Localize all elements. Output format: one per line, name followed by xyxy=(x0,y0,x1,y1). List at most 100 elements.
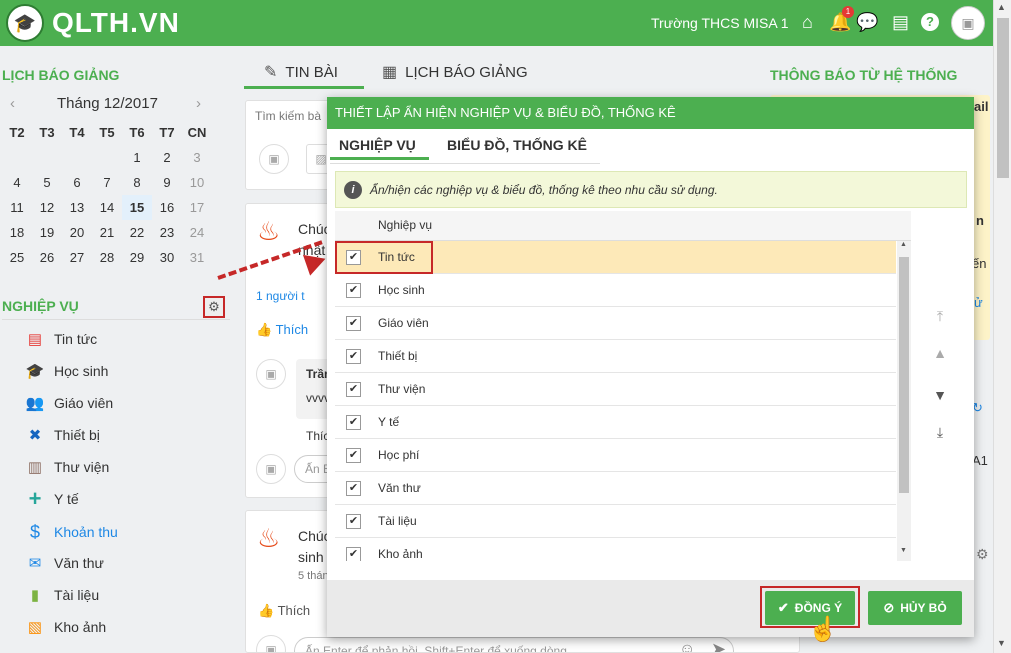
notice-link[interactable]: ử xyxy=(974,295,983,310)
calendar-day[interactable]: 17 xyxy=(182,195,212,220)
scroll-thumb[interactable] xyxy=(997,18,1009,178)
sidebar-item-hoc-sinh[interactable]: 🎓 Học sinh xyxy=(24,360,109,382)
cancel-button[interactable]: ⊘ HỦY BỎ xyxy=(868,591,962,625)
calendar-day[interactable]: 25 xyxy=(2,245,32,270)
sidebar-item-y-te[interactable]: + Y tế xyxy=(24,486,79,511)
tab-tin-bai[interactable]: ✎ TIN BÀI xyxy=(264,62,338,82)
message-icon[interactable]: ▤ xyxy=(892,12,909,32)
move-up-icon[interactable]: ▲ xyxy=(929,345,951,361)
sidebar-item-khoan-thu[interactable]: $ Khoản thu xyxy=(24,521,118,543)
reply-input[interactable]: Ấn Enter để phản hồi, Shift+Enter để xuố… xyxy=(294,637,734,652)
list-item[interactable]: ✔ Kho ảnh xyxy=(335,538,896,561)
calendar-day[interactable]: 8 xyxy=(122,170,152,195)
checkbox[interactable]: ✔ xyxy=(346,316,361,331)
sidebar-item-giao-vien[interactable]: 👥 Giáo viên xyxy=(24,392,114,414)
calendar-day[interactable]: 11 xyxy=(2,195,32,220)
next-month-button[interactable]: › xyxy=(196,95,201,112)
emoji-icon[interactable]: ☺ xyxy=(679,641,695,652)
calendar-day[interactable]: 23 xyxy=(152,220,182,245)
calendar-day[interactable]: 24 xyxy=(182,220,212,245)
list-item[interactable]: ✔ Học sinh xyxy=(335,274,896,307)
checkbox[interactable]: ✔ xyxy=(346,382,361,397)
calendar-day[interactable]: 29 xyxy=(122,245,152,270)
scroll-thumb[interactable] xyxy=(899,257,909,493)
settings-gear-icon[interactable]: ⚙ xyxy=(203,296,225,318)
list-item[interactable]: ✔ Thiết bị xyxy=(335,340,896,373)
move-down-icon[interactable]: ▼ xyxy=(929,387,951,403)
calendar-day[interactable]: 26 xyxy=(32,245,62,270)
sidebar-item-tai-lieu[interactable]: ▮ Tài liệu xyxy=(24,584,99,606)
scroll-up-icon[interactable]: ▲ xyxy=(900,241,907,248)
sidebar-item-van-thu[interactable]: ✉ Văn thư xyxy=(24,552,104,574)
move-top-icon[interactable]: ⤒ xyxy=(929,308,951,324)
calendar-day[interactable]: 27 xyxy=(62,245,92,270)
like-count[interactable]: 1 người t xyxy=(256,289,305,303)
calendar-day[interactable]: 5 xyxy=(32,170,62,195)
list-item[interactable]: ✔ Giáo viên xyxy=(335,307,896,340)
like-button[interactable]: 👍 Thích xyxy=(256,322,308,338)
tab-bieu-do-thong-ke[interactable]: BIỂU ĐỒ, THỐNG KÊ xyxy=(447,137,587,153)
sidebar-item-kho-anh[interactable]: ▧ Kho ảnh xyxy=(24,616,106,638)
sidebar-item-thiet-bi[interactable]: ✖ Thiết bị xyxy=(24,424,100,446)
like-button[interactable]: 👍 Thích xyxy=(258,603,310,619)
calendar-day[interactable]: 19 xyxy=(32,220,62,245)
page-scrollbar[interactable]: ▲ ▼ xyxy=(993,0,1011,653)
scroll-down-icon[interactable]: ▼ xyxy=(900,547,907,554)
school-selector[interactable]: Trường THCS MISA 1 xyxy=(651,15,789,31)
list-scrollbar[interactable]: ▲ ▼ xyxy=(897,241,911,561)
calendar-day[interactable]: 1 xyxy=(122,145,152,170)
list-item[interactable]: ✔ Học phí xyxy=(335,439,896,472)
tab-nghiep-vu[interactable]: NGHIỆP VỤ xyxy=(339,137,416,153)
calendar-day[interactable]: 22 xyxy=(122,220,152,245)
checkbox[interactable]: ✔ xyxy=(346,283,361,298)
calendar-day[interactable]: 20 xyxy=(62,220,92,245)
gear-icon[interactable]: ⚙ xyxy=(976,546,989,563)
calendar-day[interactable]: 2 xyxy=(152,145,182,170)
calendar-day[interactable]: 16 xyxy=(152,195,182,220)
home-icon[interactable]: ⌂ xyxy=(802,12,813,32)
calendar-day[interactable]: 28 xyxy=(92,245,122,270)
prev-month-button[interactable]: ‹ xyxy=(10,95,15,112)
calendar-day[interactable]: 21 xyxy=(92,220,122,245)
list-item[interactable]: ✔ Văn thư xyxy=(335,472,896,505)
calendar-day[interactable]: 14 xyxy=(92,195,122,220)
avatar[interactable]: ▣ xyxy=(951,6,985,40)
scroll-up-icon[interactable]: ▲ xyxy=(997,2,1006,12)
checkbox[interactable]: ✔ xyxy=(346,349,361,364)
comment-like-link[interactable]: Thíc xyxy=(306,429,329,443)
help-icon[interactable]: ? xyxy=(921,13,939,31)
calendar-day[interactable]: 10 xyxy=(182,170,212,195)
calendar-day-today[interactable]: 15 xyxy=(122,195,152,220)
list-item[interactable]: ✔ Y tế xyxy=(335,406,896,439)
checkbox[interactable]: ✔ xyxy=(346,547,361,561)
settings-dialog: THIẾT LẬP ẨN HIỆN NGHIỆP VỤ & BIỂU ĐỒ, T… xyxy=(327,97,974,637)
calendar-day[interactable]: 30 xyxy=(152,245,182,270)
calendar-day[interactable]: 18 xyxy=(2,220,32,245)
scroll-down-icon[interactable]: ▼ xyxy=(997,638,1006,648)
list-item[interactable]: ✔ Thư viện xyxy=(335,373,896,406)
checkbox[interactable]: ✔ xyxy=(346,514,361,529)
calendar-day[interactable]: 4 xyxy=(2,170,32,195)
calendar-day[interactable]: 6 xyxy=(62,170,92,195)
move-bottom-icon[interactable]: ⤓ xyxy=(929,424,951,440)
calendar-day[interactable]: 13 xyxy=(62,195,92,220)
tab-lich-bao-giang[interactable]: ▦ LỊCH BÁO GIẢNG xyxy=(382,62,528,82)
calendar-day[interactable]: 7 xyxy=(92,170,122,195)
chat-icon[interactable]: 💬 xyxy=(856,12,878,32)
search-input[interactable]: Tìm kiếm bà xyxy=(255,109,321,123)
logo[interactable]: 🎓 QLTH.VN xyxy=(6,4,180,42)
calendar-day[interactable]: 31 xyxy=(182,245,212,270)
image-icon[interactable]: ▣ xyxy=(259,144,289,174)
checkbox[interactable]: ✔ xyxy=(346,481,361,496)
sidebar-item-thu-vien[interactable]: ▥ Thư viện xyxy=(24,456,109,478)
list-item[interactable]: ✔ Tin tức xyxy=(335,241,896,274)
checkbox[interactable]: ✔ xyxy=(346,448,361,463)
sidebar-item-tin-tuc[interactable]: ▤ Tin tức xyxy=(24,328,97,350)
checkbox[interactable]: ✔ xyxy=(346,415,361,430)
calendar-day[interactable]: 12 xyxy=(32,195,62,220)
system-notice-title: THÔNG BÁO TỪ HỆ THỐNG xyxy=(770,67,958,83)
list-item[interactable]: ✔ Tài liệu xyxy=(335,505,896,538)
send-icon[interactable]: ➤ xyxy=(711,639,726,652)
calendar-day[interactable]: 3 xyxy=(182,145,212,170)
calendar-day[interactable]: 9 xyxy=(152,170,182,195)
